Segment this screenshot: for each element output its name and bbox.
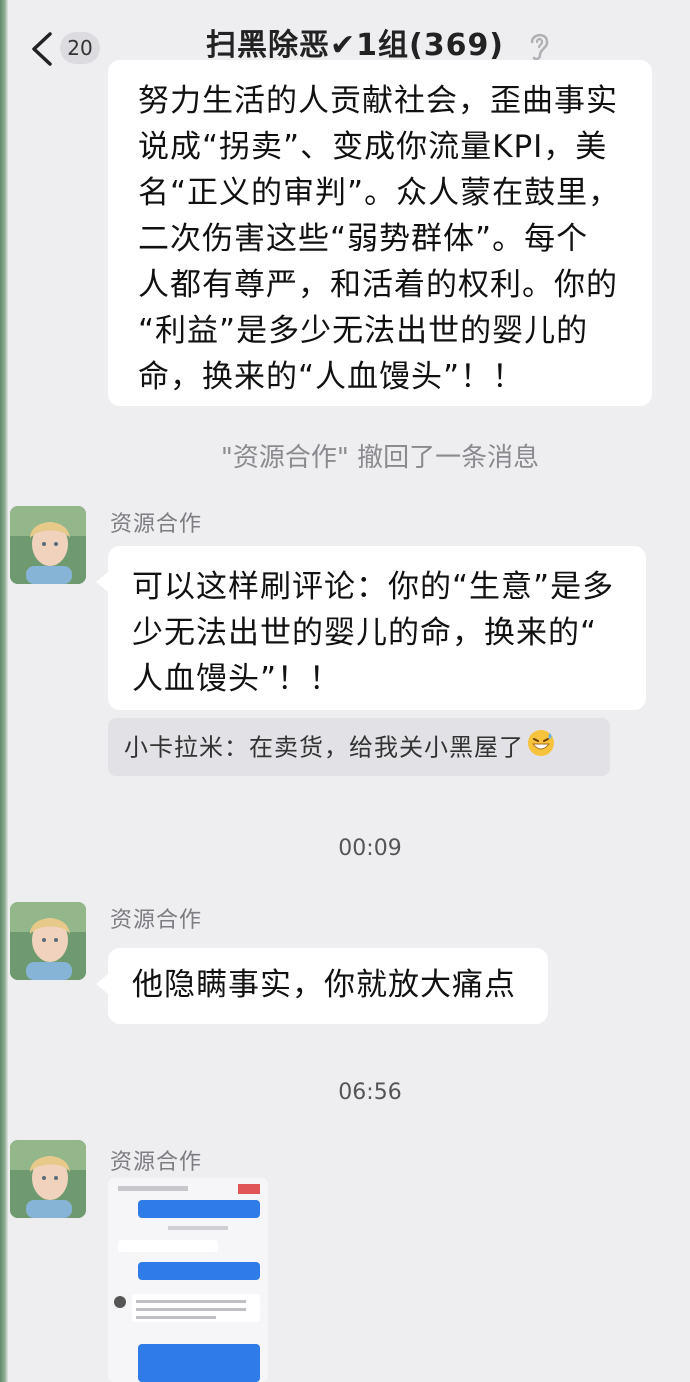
timestamp: 06:56 (338, 1080, 402, 1105)
message-bubble[interactable]: 他隐瞒事实，你就放大痛点 (96, 948, 548, 1024)
message-line: 二次伤害这些“弱势群体”。每个 (138, 221, 589, 257)
back-chevron-icon (32, 32, 52, 66)
quoted-reply[interactable]: 小卡拉米：在卖货，给我关小黑屋了 (108, 718, 610, 776)
back-button[interactable]: 20 (22, 26, 100, 70)
quoted-text: 小卡拉米：在卖货，给我关小黑屋了 (124, 733, 524, 762)
sender-avatar[interactable] (10, 902, 86, 980)
sender-name: 资源合作 (110, 1150, 203, 1175)
grin-sweat-emoji-icon (526, 728, 556, 769)
recall-notice: "资源合作" 撤回了一条消息 (220, 443, 540, 473)
timestamp: 00:09 (338, 836, 402, 861)
message-line: 命，换来的“人血馒头”！！ (138, 359, 525, 395)
unread-count-badge: 20 (60, 32, 100, 64)
message-bubble[interactable]: 可以这样刷评论：你的“生意”是多 少无法出世的婴儿的命，换来的“ 人血馒头”！！ (96, 546, 646, 710)
ear-icon[interactable] (524, 28, 554, 62)
message-line: 人都有尊严，和活着的权利。你的 (138, 267, 618, 303)
message-line: 名“正义的审判”。众人蒙在鼓里， (138, 175, 621, 211)
message-line: 可以这样刷评论：你的“生意”是多 (132, 569, 615, 605)
sender-name: 资源合作 (110, 908, 203, 933)
message-bubble-long[interactable]: 努力生活的人贡献社会，歪曲事实 说成“拐卖”、变成你流量KPI，美 名“正义的审… (108, 60, 652, 406)
screen-edge (0, 0, 8, 1382)
message-line: 说成“拐卖”、变成你流量KPI，美 (138, 129, 608, 165)
message-line: 努力生活的人贡献社会，歪曲事实 (138, 83, 618, 119)
message-line: “利益”是多少无法出世的婴儿的 (138, 313, 589, 349)
sender-avatar[interactable] (10, 1140, 86, 1218)
message-line: 少无法出世的婴儿的命，换来的“ (132, 615, 598, 651)
image-message-thumbnail[interactable] (108, 1178, 268, 1382)
sender-avatar[interactable] (10, 506, 86, 584)
message-line: 人血馒头”！！ (132, 661, 342, 697)
sender-name: 资源合作 (110, 512, 203, 537)
